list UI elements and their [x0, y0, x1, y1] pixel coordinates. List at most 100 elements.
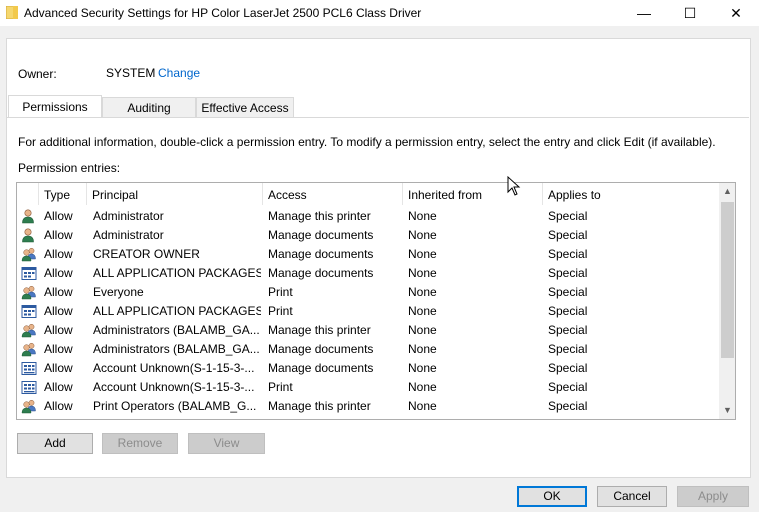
change-owner-link[interactable]: Change — [158, 66, 200, 80]
cell-principal: Print Operators (BALAMB_G... — [93, 399, 257, 413]
cell-type: Allow — [44, 247, 73, 261]
unknown-account-icon — [21, 380, 37, 395]
group-icon — [21, 247, 37, 262]
cell-access: Manage documents — [268, 247, 374, 261]
cell-inherited-from: None — [408, 323, 437, 337]
add-button[interactable]: Add — [17, 433, 93, 454]
cell-type: Allow — [44, 285, 73, 299]
cell-access: Manage documents — [268, 342, 374, 356]
tab-effective-access[interactable]: Effective Access — [196, 97, 294, 117]
cell-applies-to: Special — [548, 399, 588, 413]
cell-inherited-from: None — [408, 209, 437, 223]
list-header: Type Principal Access Inherited from App… — [17, 183, 719, 205]
cell-type: Allow — [44, 228, 73, 242]
tab-auditing[interactable]: Auditing — [102, 97, 196, 117]
cell-access: Print — [268, 304, 293, 318]
folder-icon — [6, 6, 18, 19]
cell-type: Allow — [44, 209, 73, 223]
group-icon — [21, 399, 37, 414]
view-button[interactable]: View — [188, 433, 265, 454]
table-row[interactable]: Allow ALL APPLICATION PACKAGES Manage docu… — [17, 264, 719, 283]
cell-principal: Everyone — [93, 285, 144, 299]
scroll-thumb[interactable] — [721, 202, 734, 358]
cell-principal: ALL APPLICATION PACKAGES — [93, 266, 261, 280]
table-row[interactable]: Allow Print Operators (BALAMB_G... Manage … — [17, 397, 719, 416]
table-row[interactable]: Allow Administrator Manage this printer Non… — [17, 207, 719, 226]
cell-inherited-from: None — [408, 342, 437, 356]
cell-applies-to: Special — [548, 266, 588, 280]
cell-type: Allow — [44, 380, 73, 394]
table-row[interactable]: Allow Administrator Manage documents None Sp… — [17, 226, 719, 245]
table-row[interactable]: Allow Account Unknown(S-1-15-3-... Manage … — [17, 359, 719, 378]
table-row[interactable]: Allow Everyone Print None Special — [17, 283, 719, 302]
cell-access: Manage documents — [268, 266, 374, 280]
cell-access: Print — [268, 380, 293, 394]
cell-applies-to: Special — [548, 342, 588, 356]
tab-permissions[interactable]: Permissions — [8, 95, 102, 117]
cell-inherited-from: None — [408, 361, 437, 375]
header-applies-to[interactable]: Applies to — [543, 183, 719, 205]
cell-type: Allow — [44, 361, 73, 375]
user-icon — [21, 228, 37, 243]
table-row[interactable]: Allow Administrators (BALAMB_GA... Manage … — [17, 321, 719, 340]
cell-access: Manage documents — [268, 361, 374, 375]
close-button[interactable]: ✕ — [713, 0, 759, 26]
cell-applies-to: Special — [548, 380, 588, 394]
cell-inherited-from: None — [408, 285, 437, 299]
cell-inherited-from: None — [408, 266, 437, 280]
remove-button[interactable]: Remove — [102, 433, 178, 454]
cell-applies-to: Special — [548, 361, 588, 375]
apply-button[interactable]: Apply — [677, 486, 749, 507]
cell-access: Manage this printer — [268, 323, 371, 337]
header-type[interactable]: Type — [39, 183, 87, 205]
scroll-up-button[interactable]: ▲ — [719, 183, 735, 200]
maximize-button[interactable]: ☐ — [667, 0, 713, 26]
ok-button[interactable]: OK — [517, 486, 587, 507]
table-row[interactable]: Allow Account Unknown(S-1-15-3-... Print No… — [17, 378, 719, 397]
cell-type: Allow — [44, 399, 73, 413]
header-inherited-from[interactable]: Inherited from — [403, 183, 543, 205]
cell-type: Allow — [44, 304, 73, 318]
cell-inherited-from: None — [408, 380, 437, 394]
cell-type: Allow — [44, 323, 73, 337]
cell-access: Print — [268, 285, 293, 299]
cell-principal: Administrators (BALAMB_GA... — [93, 342, 260, 356]
permission-entries-list[interactable]: Type Principal Access Inherited from App… — [16, 182, 736, 420]
cell-inherited-from: None — [408, 247, 437, 261]
cell-type: Allow — [44, 266, 73, 280]
cell-applies-to: Special — [548, 323, 588, 337]
cell-principal: Administrator — [93, 228, 164, 242]
user-icon — [21, 209, 37, 224]
cell-access: Manage this printer — [268, 399, 371, 413]
header-access[interactable]: Access — [263, 183, 403, 205]
vertical-scrollbar[interactable]: ▲ ▼ — [719, 183, 735, 419]
tab-divider — [6, 117, 749, 118]
table-row[interactable]: Allow CREATOR OWNER Manage documents None Sp… — [17, 245, 719, 264]
header-principal[interactable]: Principal — [87, 183, 263, 205]
window-title: Advanced Security Settings for HP Color … — [24, 6, 422, 20]
cell-principal: Administrators (BALAMB_GA... — [93, 323, 260, 337]
table-row[interactable]: Allow Administrators (BALAMB_GA... Manage … — [17, 340, 719, 359]
owner-label: Owner: — [18, 67, 57, 81]
minimize-button[interactable]: — — [621, 0, 667, 26]
cell-inherited-from: None — [408, 304, 437, 318]
cell-applies-to: Special — [548, 285, 588, 299]
cell-inherited-from: None — [408, 228, 437, 242]
cell-type: Allow — [44, 342, 73, 356]
unknown-account-icon — [21, 361, 37, 376]
cell-applies-to: Special — [548, 247, 588, 261]
cell-principal: Account Unknown(S-1-15-3-... — [93, 361, 255, 375]
scroll-down-button[interactable]: ▼ — [719, 402, 735, 419]
app-package-icon — [21, 304, 37, 319]
group-icon — [21, 285, 37, 300]
cancel-button[interactable]: Cancel — [597, 486, 667, 507]
cell-applies-to: Special — [548, 209, 588, 223]
cell-access: Manage this printer — [268, 209, 371, 223]
table-row[interactable]: Allow ALL APPLICATION PACKAGES Print None Sp… — [17, 302, 719, 321]
group-icon — [21, 323, 37, 338]
cell-applies-to: Special — [548, 228, 588, 242]
header-icon-column[interactable] — [17, 183, 39, 205]
title-bar: Advanced Security Settings for HP Color … — [0, 0, 759, 26]
cell-applies-to: Special — [548, 304, 588, 318]
cell-principal: Administrator — [93, 209, 164, 223]
